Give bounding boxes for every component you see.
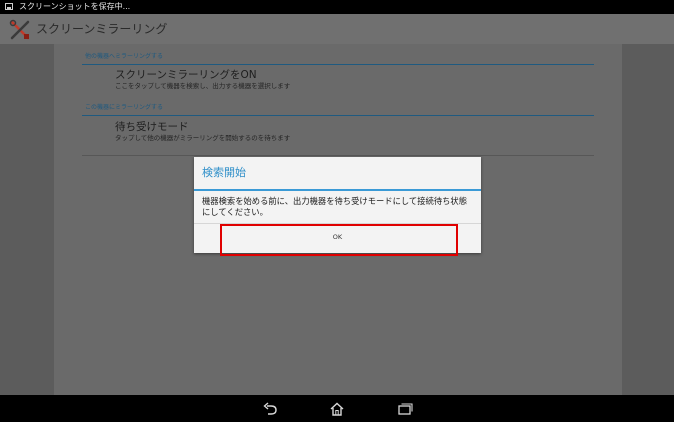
pref-item-mirroring-on[interactable]: スクリーンミラーリングをON ここをタップして機器を検索し、出力する機器を選択し… (115, 69, 585, 91)
ok-button[interactable]: OK (194, 224, 481, 253)
back-icon[interactable] (259, 399, 283, 419)
pref-summary: タップして他の機器がミラーリングを開始するのを待ちます (115, 134, 291, 142)
dialog-message: 機器検索を始める前に、出力機器を待ち受けモードにして接続待ち状態にしてください。 (202, 196, 468, 217)
status-notification-text: スクリーンショットを保存中... (19, 2, 131, 11)
recent-apps-icon[interactable] (393, 399, 417, 419)
pref-item-standby-mode[interactable]: 待ち受けモード タップして他の機器がミラーリングを開始するのを待ちます (115, 121, 585, 143)
dialog-title-divider (194, 189, 481, 191)
screenshot-icon (5, 3, 13, 10)
status-bar: スクリーンショットを保存中... (0, 0, 674, 14)
section-header-label: この機器にミラーリングする (85, 104, 164, 111)
section-header-mirror-to-this: この機器にミラーリングする (82, 99, 594, 116)
ok-button-label: OK (332, 233, 343, 241)
tools-icon[interactable] (9, 19, 31, 41)
pref-summary: ここをタップして機器を検索し、出力する機器を選択します (115, 82, 291, 90)
navigation-bar (0, 395, 674, 422)
dialog-title: 検索開始 (202, 166, 246, 179)
app-title: スクリーンミラーリング (36, 22, 168, 36)
home-icon[interactable] (325, 399, 349, 419)
screen: スクリーンショットを保存中... スクリーンミラーリング 他の機器へミラーリング… (0, 0, 674, 422)
section-header-label: 他の機器へミラーリングする (85, 53, 164, 60)
section-header-mirror-to-other: 他の機器へミラーリングする (82, 48, 594, 65)
list-divider (82, 155, 594, 156)
pref-title: 待ち受けモード (115, 121, 189, 133)
action-bar: スクリーンミラーリング (0, 14, 674, 44)
search-start-dialog: 検索開始 機器検索を始める前に、出力機器を待ち受けモードにして接続待ち状態にして… (194, 157, 481, 253)
pref-title: スクリーンミラーリングをON (115, 69, 257, 81)
